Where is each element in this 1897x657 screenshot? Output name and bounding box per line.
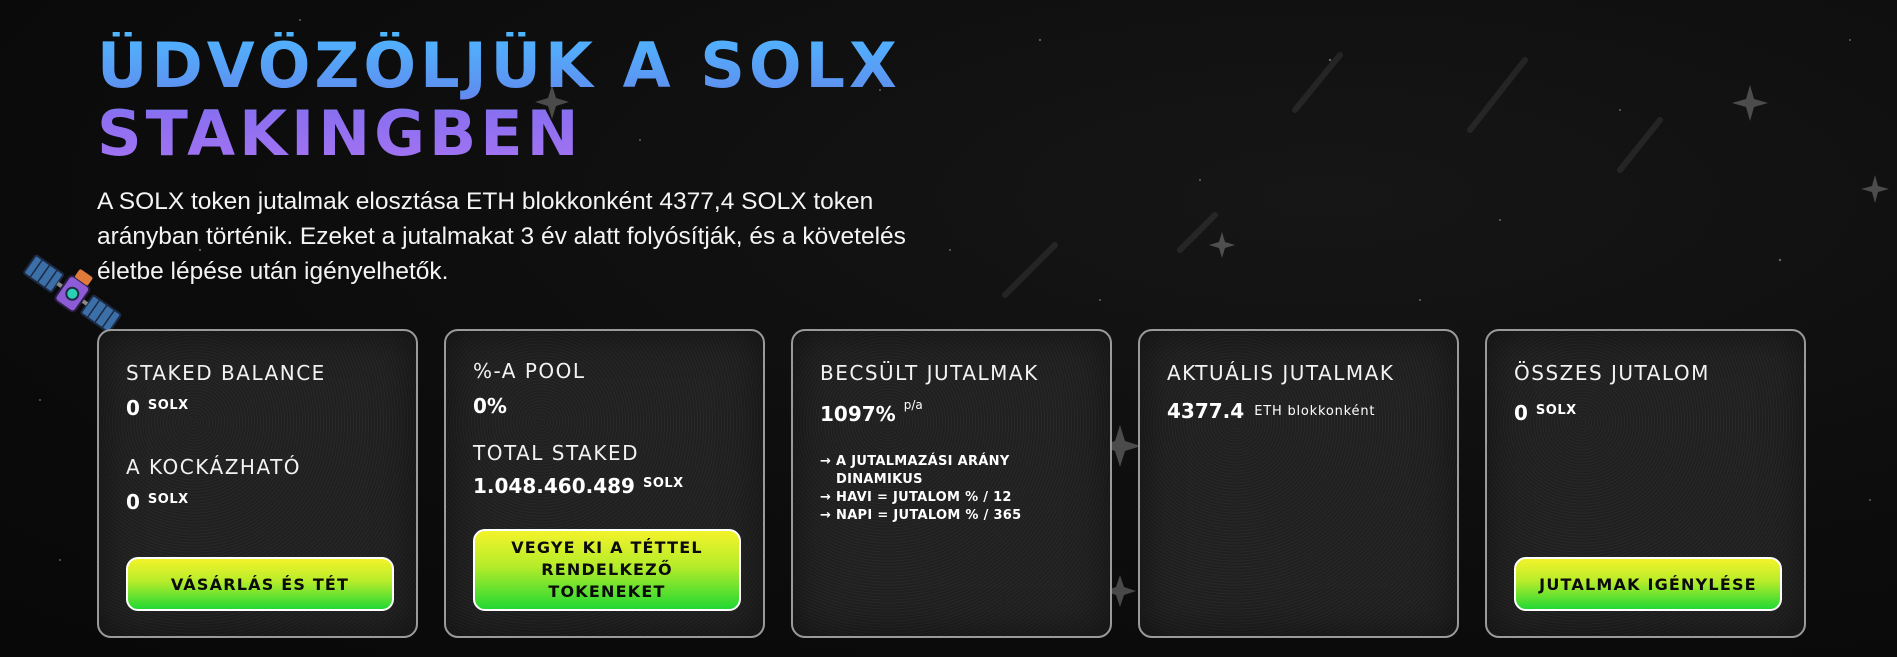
pool-share-label: %-A POOL — [473, 359, 586, 383]
page-title-line1: ÜDVÖZÖLJÜK A SOLX — [97, 29, 901, 102]
page-title: ÜDVÖZÖLJÜK A SOLX STAKINGBEN — [97, 32, 997, 168]
total-staked-amount: 1.048.460.489 — [473, 474, 635, 498]
reward-notes: → A JUTALMAZÁSI ARÁNY DINAMIKUS → HAVI =… — [820, 453, 1090, 525]
current-rewards-amount: 4377.4 — [1167, 399, 1245, 423]
current-rewards-unit: ETH blokkonként — [1254, 404, 1376, 419]
pool-share-value: 0% — [473, 394, 507, 418]
reward-note-monthly: → HAVI = JUTALOM % / 12 — [820, 490, 1012, 505]
stakeable-value: 0 SOLX — [126, 490, 189, 514]
intro-text: A SOLX token jutalmak elosztása ETH blok… — [97, 188, 906, 285]
staked-balance-card: STAKED BALANCE 0 SOLX A KOCKÁZHATÓ 0 SOLX … — [97, 329, 418, 638]
buy-and-stake-button[interactable]: VÁSÁRLÁS ÉS TÉT — [126, 557, 394, 611]
reward-note-dynamic: → A JUTALMAZÁSI ARÁNY DINAMIKUS — [820, 454, 1010, 487]
total-rewards-card: ÖSSZES JUTALOM 0 SOLX JUTALMAK IGÉNYLÉSE — [1485, 329, 1806, 638]
total-staked-unit: SOLX — [642, 476, 684, 491]
total-rewards-unit: SOLX — [1535, 403, 1577, 418]
page-title-line2: STAKINGBEN — [97, 97, 583, 170]
staked-balance-amount: 0 — [126, 396, 140, 420]
reward-note-daily: → NAPI = JUTALOM % / 365 — [820, 508, 1022, 523]
staked-balance-label: STAKED BALANCE — [126, 361, 326, 385]
estimated-rewards-suffix: p/a — [903, 398, 923, 412]
estimated-rewards-value: 1097% p/a — [820, 398, 923, 426]
stakeable-label: A KOCKÁZHATÓ — [126, 455, 302, 479]
total-staked-label: TOTAL STAKED — [473, 441, 639, 465]
total-rewards-label: ÖSSZES JUTALOM — [1514, 361, 1710, 385]
stakeable-amount: 0 — [126, 490, 140, 514]
stakeable-unit: SOLX — [147, 492, 189, 507]
total-rewards-amount: 0 — [1514, 401, 1528, 425]
current-rewards-label: AKTUÁLIS JUTALMAK — [1167, 361, 1395, 385]
withdraw-staked-tokens-button[interactable]: VEGYE KI A TÉTTEL RENDELKEZŐ TOKENEKET — [473, 529, 741, 611]
total-staked-value: 1.048.460.489 SOLX — [473, 474, 684, 498]
estimated-rewards-percent: 1097% — [820, 402, 896, 426]
claim-rewards-button[interactable]: JUTALMAK IGÉNYLÉSE — [1514, 557, 1782, 611]
pool-share-card: %-A POOL 0% TOTAL STAKED 1.048.460.489 SO… — [444, 329, 765, 638]
staked-balance-unit: SOLX — [147, 398, 189, 413]
estimated-rewards-card: BECSÜLT JUTALMAK 1097% p/a → A JUTALMAZÁS… — [791, 329, 1112, 638]
staked-balance-value: 0 SOLX — [126, 396, 189, 420]
current-rewards-card: AKTUÁLIS JUTALMAK 4377.4 ETH blokkonként — [1138, 329, 1459, 638]
total-rewards-value: 0 SOLX — [1514, 401, 1577, 425]
current-rewards-value: 4377.4 ETH blokkonként — [1167, 399, 1375, 423]
estimated-rewards-label: BECSÜLT JUTALMAK — [820, 361, 1039, 385]
